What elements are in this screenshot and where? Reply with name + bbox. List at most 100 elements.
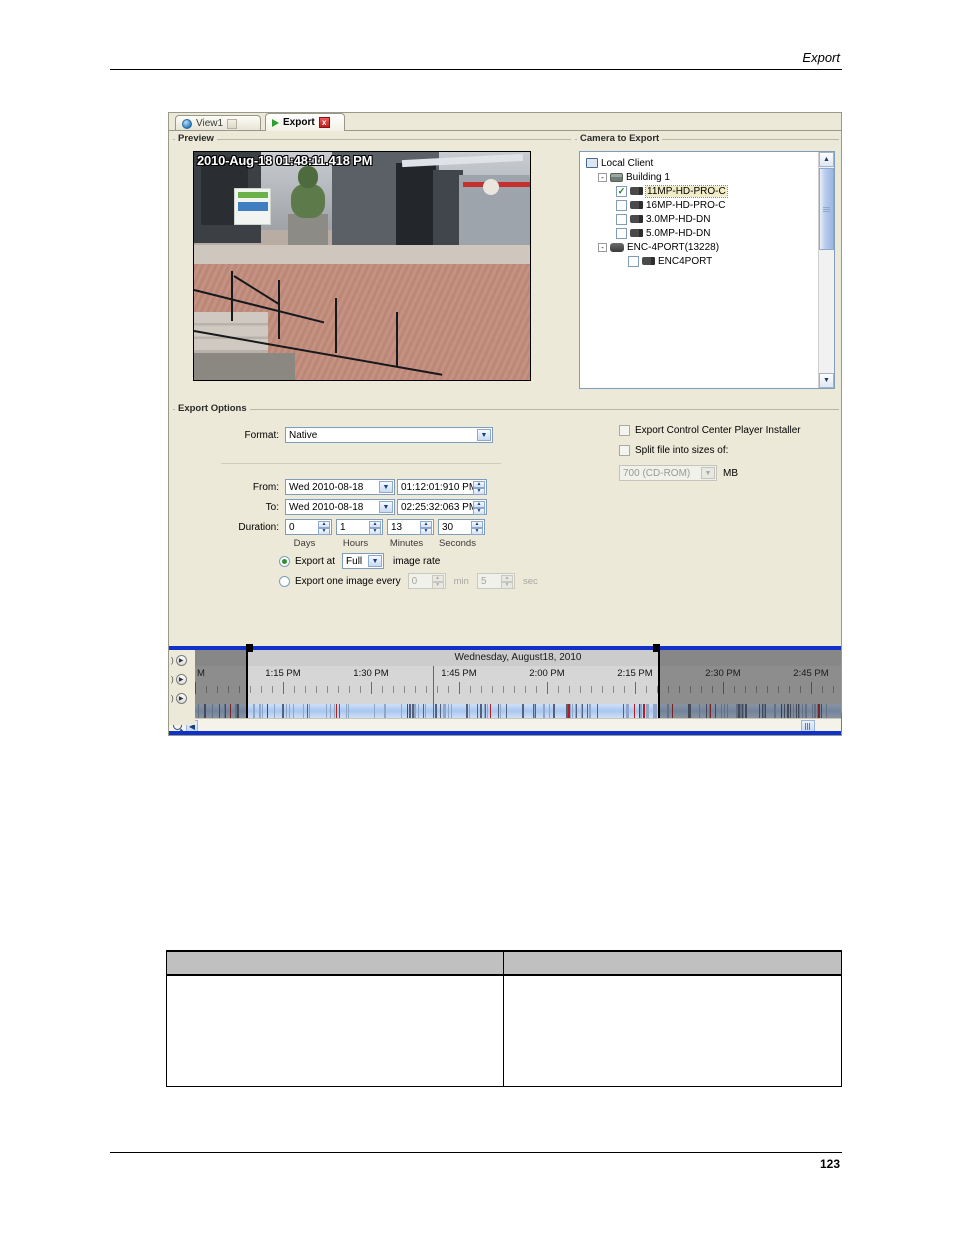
spinner-icon[interactable]: ▲ ▼ bbox=[431, 575, 444, 589]
activity-mark bbox=[705, 704, 707, 718]
chevron-down-icon[interactable]: ▼ bbox=[701, 467, 715, 479]
video-timestamp-overlay: 2010-Aug-18 01:48:11.418 PM bbox=[197, 153, 373, 168]
timeline-ruler[interactable]: M 1:15 PM 1:30 PM 1:45 PM 2:00 PM 2:15 P… bbox=[195, 666, 841, 704]
timeline-minor-tick bbox=[404, 686, 405, 693]
split-file-label: Split file into sizes of: bbox=[635, 445, 729, 456]
split-file-checkbox[interactable] bbox=[619, 445, 630, 456]
spinner-icon[interactable]: ▲ ▼ bbox=[471, 521, 483, 535]
timeline-minor-tick bbox=[525, 686, 526, 693]
chevron-down-icon[interactable]: ▼ bbox=[379, 481, 393, 493]
duration-minutes-field[interactable]: 13 ▲ ▼ bbox=[387, 519, 434, 535]
duration-days-field[interactable]: 0 ▲ ▼ bbox=[285, 519, 332, 535]
from-date-dropdown[interactable]: Wed 2010-08-18 ▼ bbox=[285, 479, 395, 495]
timeline-row-control-2[interactable]: ) ▶ bbox=[171, 670, 195, 688]
activity-mark bbox=[792, 704, 794, 718]
tree-label: 3.0MP-HD-DN bbox=[646, 213, 711, 225]
tree-item-enc-4port-group[interactable]: - ENC-4PORT(13228) bbox=[586, 240, 818, 254]
chevron-down-icon[interactable]: ▼ bbox=[477, 429, 491, 441]
player-installer-row[interactable]: Export Control Center Player Installer bbox=[619, 425, 801, 436]
play-icon[interactable]: ▶ bbox=[175, 654, 187, 666]
header-rule bbox=[110, 69, 842, 70]
activity-mark bbox=[484, 704, 486, 718]
tree-item-camera-30mp[interactable]: 3.0MP-HD-DN bbox=[586, 212, 818, 226]
image-rate-dropdown[interactable]: Full ▼ bbox=[342, 553, 385, 569]
timeline-minor-tick bbox=[822, 686, 823, 693]
export-at-radio[interactable] bbox=[279, 555, 290, 567]
split-size-dropdown[interactable]: 700 (CD-ROM) ▼ bbox=[619, 465, 717, 481]
scroll-down-icon[interactable]: ▼ bbox=[819, 373, 834, 388]
activity-mark bbox=[820, 704, 822, 718]
collapse-icon[interactable]: - bbox=[598, 172, 607, 182]
timeline-activity-track[interactable] bbox=[195, 704, 841, 718]
interval-min-field[interactable]: 0 ▲ ▼ bbox=[407, 573, 446, 589]
export-options-title: Export Options bbox=[175, 403, 250, 414]
camera-checkbox[interactable] bbox=[628, 255, 639, 267]
tree-item-enc4port[interactable]: ENC4PORT bbox=[586, 254, 818, 268]
tree-item-building-1[interactable]: - Building 1 bbox=[586, 170, 818, 184]
timeline-major-tick bbox=[283, 682, 284, 694]
close-icon[interactable]: x bbox=[318, 117, 330, 128]
chevron-down-icon[interactable]: ▼ bbox=[379, 501, 393, 513]
interval-min-value: 0 bbox=[411, 575, 418, 587]
interval-sec-field[interactable]: 5 ▲ ▼ bbox=[476, 573, 515, 589]
tab-view1[interactable]: View1 bbox=[175, 115, 261, 131]
camera-tree[interactable]: Local Client - Building 1 ✓ 11MP-HD-PRO-… bbox=[579, 151, 835, 389]
duration-seconds-field[interactable]: 30 ▲ ▼ bbox=[438, 519, 485, 535]
duration-hours-field[interactable]: 1 ▲ ▼ bbox=[336, 519, 383, 535]
chevron-down-icon[interactable]: ▼ bbox=[368, 555, 383, 567]
camera-checkbox[interactable]: ✓ bbox=[616, 185, 627, 197]
hours-unit-label: Hours bbox=[342, 538, 369, 549]
timeline-minor-tick bbox=[448, 686, 449, 693]
activity-mark bbox=[281, 704, 284, 718]
format-dropdown[interactable]: Native ▼ bbox=[285, 427, 493, 443]
to-time-field[interactable]: 02:25:32:063 PM ▲ ▼ bbox=[397, 499, 487, 515]
spinner-icon[interactable]: ▲ ▼ bbox=[318, 521, 330, 535]
page-header: Export bbox=[110, 50, 842, 70]
timeline-minor-tick bbox=[415, 686, 416, 693]
video-preview[interactable]: 2010-Aug-18 01:48:11.418 PM bbox=[193, 151, 531, 381]
to-row: To: Wed 2010-08-18 ▼ 02:25:32:063 PM ▲ ▼ bbox=[173, 499, 503, 515]
scrollbar-thumb[interactable] bbox=[819, 168, 834, 250]
timeline-row-control-1[interactable]: ) ▶ bbox=[171, 651, 195, 669]
tree-item-camera-16mp[interactable]: 16MP-HD-PRO-C bbox=[586, 198, 818, 212]
tree-item-camera-50mp[interactable]: 5.0MP-HD-DN bbox=[586, 226, 818, 240]
camera-tree-scrollbar[interactable]: ▲ ▼ bbox=[818, 152, 834, 388]
timeline-body[interactable]: Wednesday, August18, 2010 M 1:15 PM 1:30… bbox=[169, 644, 841, 734]
timeline-minor-tick bbox=[514, 686, 515, 693]
timeline-minor-tick bbox=[767, 686, 768, 693]
play-icon[interactable]: ▶ bbox=[175, 673, 187, 685]
camera-checkbox[interactable] bbox=[616, 213, 627, 225]
camera-checkbox[interactable] bbox=[616, 227, 627, 239]
monitor-icon bbox=[586, 158, 598, 168]
timeline-minor-tick bbox=[305, 686, 306, 693]
export-interval-radio[interactable] bbox=[279, 575, 290, 587]
spinner-icon[interactable]: ▲ ▼ bbox=[369, 521, 381, 535]
tree-item-local-client[interactable]: Local Client bbox=[586, 156, 818, 170]
spinner-icon[interactable]: ▲ ▼ bbox=[473, 481, 485, 495]
spinner-icon[interactable]: ▲ ▼ bbox=[420, 521, 432, 535]
timeline-start-marker[interactable] bbox=[246, 644, 253, 718]
spinner-icon[interactable]: ▲ ▼ bbox=[473, 501, 485, 515]
tree-item-camera-11mp[interactable]: ✓ 11MP-HD-PRO-C bbox=[586, 184, 818, 198]
camera-checkbox[interactable] bbox=[616, 199, 627, 211]
player-installer-checkbox[interactable] bbox=[619, 425, 630, 436]
tab-export[interactable]: Export x bbox=[265, 113, 345, 131]
timeline-row-control-3[interactable]: ) ▶ bbox=[171, 689, 195, 707]
export-application-window: View1 Export x Preview 2010-Aug-18 01:48… bbox=[168, 112, 842, 736]
export-one-label: Export one image every bbox=[295, 575, 401, 587]
from-date-value: Wed 2010-08-18 bbox=[289, 481, 364, 493]
export-interval-row: Export one image every 0 ▲ ▼ min 5 ▲ ▼ sec bbox=[279, 573, 538, 589]
collapse-icon[interactable]: - bbox=[598, 242, 607, 252]
from-time-field[interactable]: 01:12:01:910 PM ▲ ▼ bbox=[397, 479, 487, 495]
scroll-up-icon[interactable]: ▲ bbox=[819, 152, 834, 167]
activity-mark bbox=[498, 704, 500, 718]
split-file-row[interactable]: Split file into sizes of: bbox=[619, 445, 728, 456]
timeline-end-marker[interactable] bbox=[653, 644, 660, 718]
activity-mark bbox=[789, 704, 791, 718]
spinner-icon[interactable]: ▲ ▼ bbox=[500, 575, 513, 589]
activity-mark bbox=[699, 704, 701, 718]
to-date-dropdown[interactable]: Wed 2010-08-18 ▼ bbox=[285, 499, 395, 515]
play-icon[interactable]: ▶ bbox=[175, 692, 187, 704]
video-plant-top bbox=[298, 165, 319, 189]
activity-mark bbox=[285, 704, 287, 718]
